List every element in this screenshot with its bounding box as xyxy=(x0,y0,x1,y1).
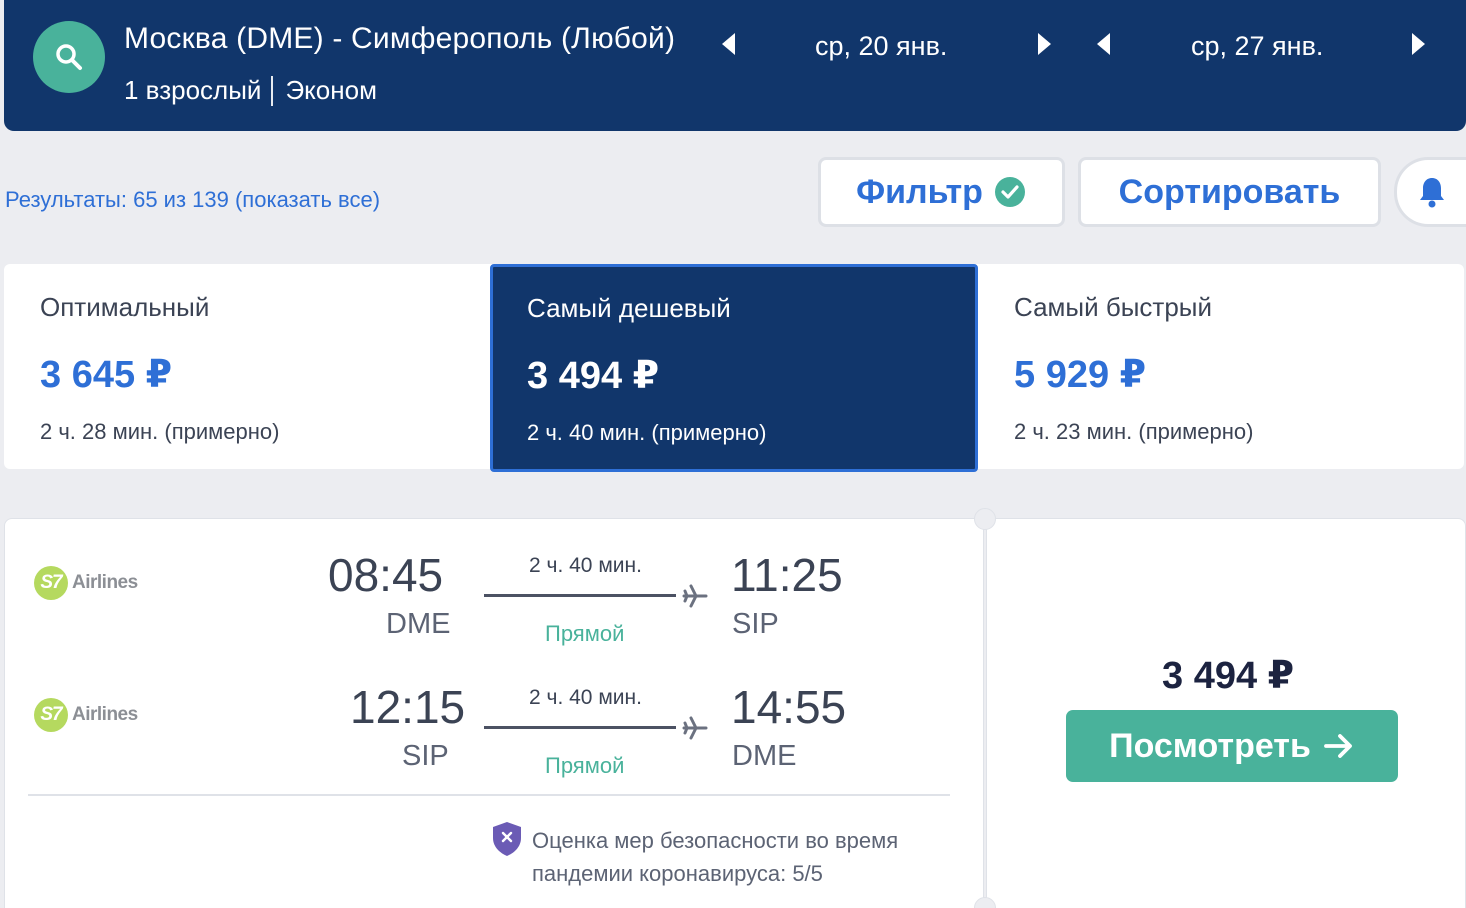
view-deal-label: Посмотреть xyxy=(1109,726,1311,765)
return-date-prev-chevron-left-icon[interactable] xyxy=(1097,33,1110,55)
safety-line-1: Оценка мер безопасности во время xyxy=(532,828,899,853)
sort-option-title: Самый быстрый xyxy=(1014,292,1212,322)
sort-option-duration: 2 ч. 23 мин. (примерно) xyxy=(1014,419,1254,444)
s7-logo-mark: S7 xyxy=(34,566,68,600)
sort-option-cheapest[interactable]: Самый дешевый 3 494 ₽ 2 ч. 40 мин. (прим… xyxy=(490,264,978,472)
departure-time: 08:45 xyxy=(328,549,444,601)
arrival-airport: DME xyxy=(732,740,797,772)
check-circle-icon xyxy=(994,177,1025,207)
flight-duration: 2 ч. 40 мин. xyxy=(529,686,642,709)
route-label[interactable]: Москва (DME) - Симферополь (Любой) xyxy=(124,22,675,56)
search-icon xyxy=(56,44,82,70)
sort-option-optimal[interactable]: Оптимальный 3 645 ₽ 2 ч. 28 мин. (пример… xyxy=(4,264,490,469)
stops-label: Прямой xyxy=(545,621,625,646)
flight-line xyxy=(484,594,676,597)
sort-option-price: 3 494 ₽ xyxy=(527,355,660,397)
sort-option-price: 5 929 ₽ xyxy=(1014,354,1147,396)
cabin-label: Эконом xyxy=(285,75,377,105)
airline-logo: S7 Airlines xyxy=(34,566,138,600)
divider xyxy=(28,794,950,796)
stops-label: Прямой xyxy=(545,753,625,778)
plane-icon xyxy=(682,716,708,740)
arrival-airport: SIP xyxy=(732,608,779,640)
filter-button-label: Фильтр xyxy=(856,172,983,211)
shield-icon xyxy=(493,822,521,856)
sort-option-duration: 2 ч. 40 мин. (примерно) xyxy=(527,420,767,445)
sort-option-fastest[interactable]: Самый быстрый 5 929 ₽ 2 ч. 23 мин. (прим… xyxy=(978,264,1464,469)
return-date[interactable]: ср, 27 янв. xyxy=(1191,31,1323,62)
depart-date[interactable]: ср, 20 янв. xyxy=(815,31,947,62)
airline-name: Airlines xyxy=(72,704,138,725)
s7-logo-mark: S7 xyxy=(34,698,68,732)
depart-date-prev-chevron-left-icon[interactable] xyxy=(722,33,735,55)
arrow-right-icon xyxy=(1323,732,1355,760)
results-count-link[interactable]: Результаты: 65 из 139 (показать все) xyxy=(5,187,380,213)
plane-icon xyxy=(682,584,708,608)
passengers-label: 1 взрослый xyxy=(124,75,262,105)
departure-time: 12:15 xyxy=(350,681,466,733)
sort-option-duration: 2 ч. 28 мин. (примерно) xyxy=(40,419,280,444)
passenger-cabin-summary[interactable]: 1 взрослый Эконом xyxy=(124,75,377,106)
search-header: Москва (DME) - Симферополь (Любой) 1 взр… xyxy=(4,0,1466,131)
airline-logo: S7 Airlines xyxy=(34,698,138,732)
sort-button[interactable]: Сортировать xyxy=(1078,157,1381,227)
sort-option-title: Оптимальный xyxy=(40,292,210,322)
covid-safety-rating[interactable]: Оценка мер безопасности во время пандеми… xyxy=(532,824,952,890)
ticket-notch xyxy=(974,508,996,530)
safety-line-2: пандемии коронавируса: 5/5 xyxy=(532,861,823,886)
departure-airport: SIP xyxy=(402,740,449,772)
sort-button-label: Сортировать xyxy=(1118,172,1341,211)
departure-airport: DME xyxy=(386,608,451,640)
flight-line xyxy=(484,726,676,729)
depart-date-next-chevron-right-icon[interactable] xyxy=(1038,33,1051,55)
divider xyxy=(271,75,274,106)
flight-duration: 2 ч. 40 мин. xyxy=(529,554,642,577)
sort-option-price: 3 645 ₽ xyxy=(40,354,173,396)
sort-option-title: Самый дешевый xyxy=(527,293,731,323)
view-deal-button[interactable]: Посмотреть xyxy=(1066,710,1398,782)
search-button[interactable] xyxy=(33,21,105,93)
filter-button[interactable]: Фильтр xyxy=(818,157,1065,227)
airline-name: Airlines xyxy=(72,572,138,593)
arrival-time: 11:25 xyxy=(731,549,843,601)
arrival-time: 14:55 xyxy=(731,681,847,733)
total-price: 3 494 ₽ xyxy=(1162,655,1295,697)
bell-icon xyxy=(1419,178,1444,208)
return-date-next-chevron-right-icon[interactable] xyxy=(1412,33,1425,55)
price-alert-button[interactable] xyxy=(1394,157,1466,227)
